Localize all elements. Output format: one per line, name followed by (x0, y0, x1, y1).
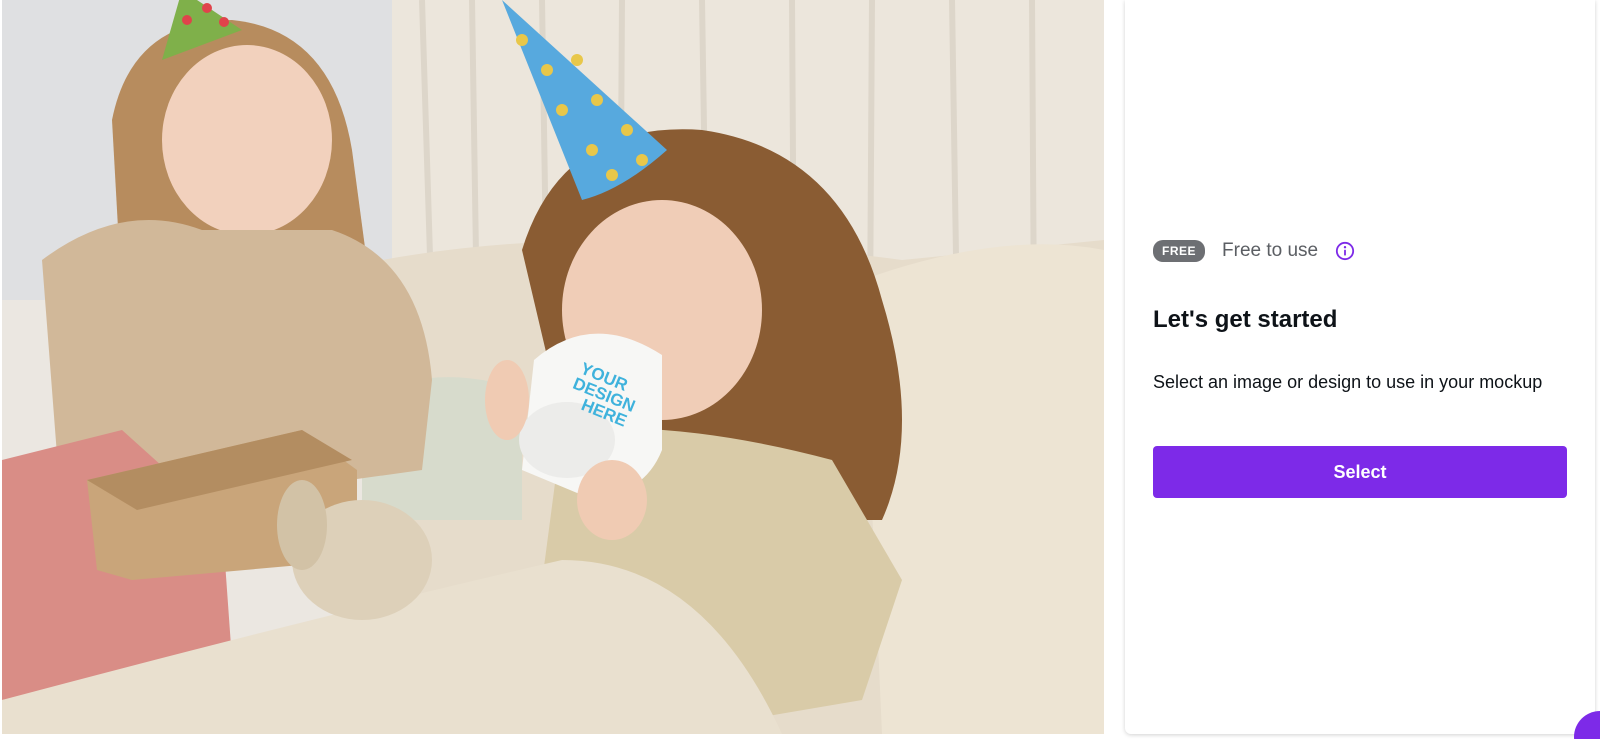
info-icon[interactable] (1335, 241, 1355, 261)
mockup-editor: YOUR DESIGN HERE FREE Free to use Let's … (0, 0, 1600, 739)
license-row: FREE Free to use (1153, 240, 1355, 262)
mockup-preview-image: YOUR DESIGN HERE (2, 0, 1104, 734)
panel-heading: Let's get started (1153, 306, 1338, 333)
panel-description: Select an image or design to use in your… (1153, 372, 1543, 392)
select-button[interactable]: Select (1153, 446, 1567, 498)
mockup-side-panel: FREE Free to use Let's get started Selec… (1125, 0, 1595, 734)
free-badge: FREE (1153, 240, 1206, 262)
license-label: Free to use (1222, 240, 1319, 261)
